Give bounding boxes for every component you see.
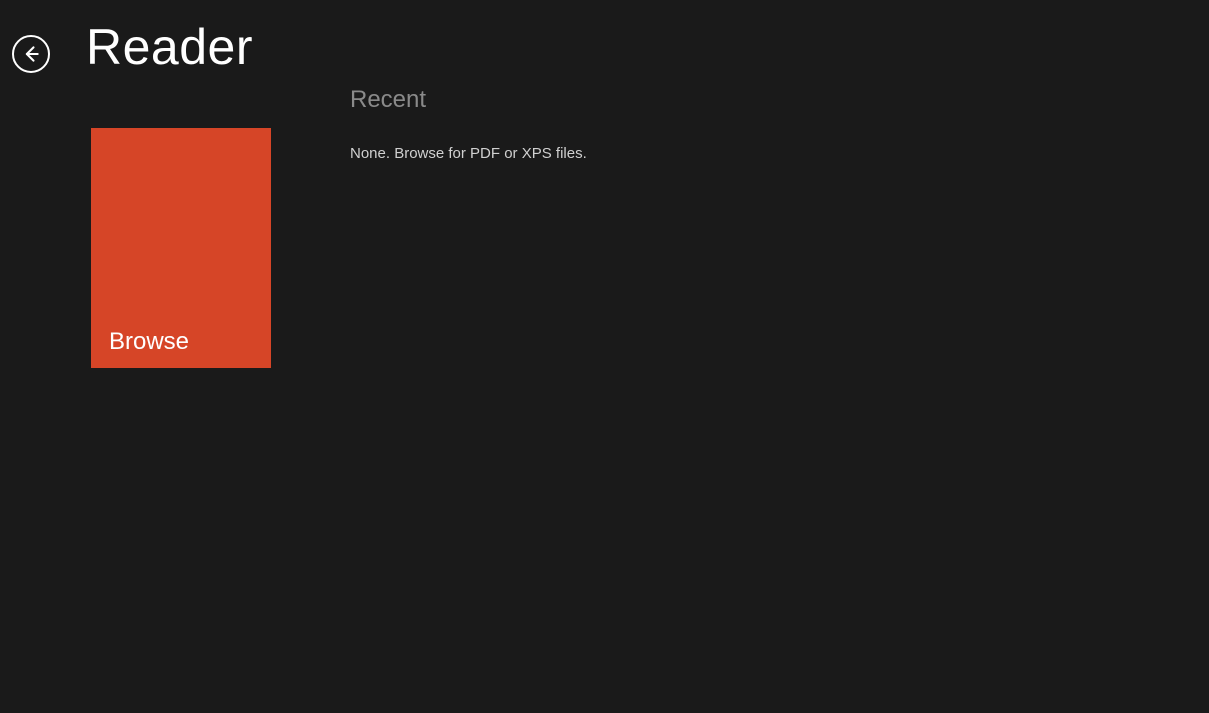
recent-section: Recent None. Browse for PDF or XPS files… — [350, 86, 587, 368]
content-area: Browse Recent None. Browse for PDF or XP… — [0, 86, 1209, 368]
recent-empty-text: None. Browse for PDF or XPS files. — [350, 145, 587, 162]
header: Reader — [0, 0, 1209, 76]
browse-tile-label: Browse — [109, 328, 189, 356]
app-title: Reader — [86, 18, 253, 76]
arrow-left-icon — [21, 44, 41, 64]
browse-tile[interactable]: Browse — [91, 128, 271, 368]
browse-section: Browse — [91, 86, 271, 368]
back-button[interactable] — [12, 35, 50, 73]
recent-heading: Recent — [350, 86, 587, 114]
